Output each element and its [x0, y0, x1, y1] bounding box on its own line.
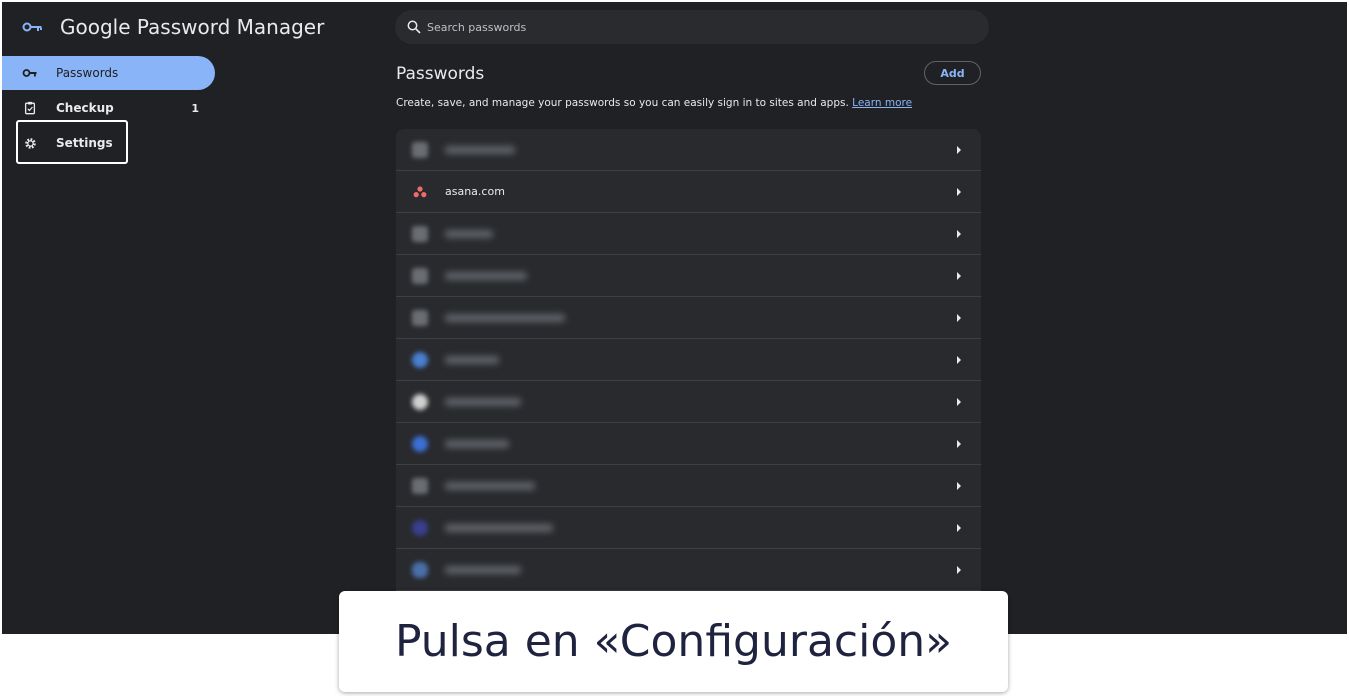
site-favicon-icon [412, 519, 428, 536]
search-icon [407, 20, 421, 34]
chevron-right-icon [957, 145, 961, 154]
key-icon [22, 65, 38, 81]
site-name [445, 523, 553, 532]
chevron-right-icon [957, 271, 961, 280]
list-item[interactable]: asana.com [396, 171, 981, 213]
sidebar-item-label: Passwords [56, 66, 119, 80]
page-description: Create, save, and manage your passwords … [396, 97, 912, 109]
chevron-right-icon [957, 397, 961, 406]
password-list: asana.com [396, 129, 981, 599]
site-favicon-icon [412, 393, 428, 410]
sidebar-item-settings[interactable]: Settings [2, 126, 215, 160]
chevron-right-icon [957, 565, 961, 574]
clipboard-check-icon [22, 100, 38, 116]
add-password-button[interactable]: Add [924, 61, 981, 85]
sidebar-item-passwords[interactable]: Passwords [2, 56, 215, 90]
site-favicon-icon [412, 561, 428, 578]
chevron-right-icon [957, 523, 961, 532]
page-title: Passwords [396, 64, 485, 84]
list-item[interactable] [396, 423, 981, 465]
list-item[interactable] [396, 549, 981, 591]
search-input[interactable] [427, 20, 947, 34]
list-item[interactable] [396, 507, 981, 549]
list-item[interactable] [396, 129, 981, 171]
search-bar[interactable] [395, 10, 989, 44]
app-title: Google Password Manager [60, 15, 325, 39]
site-favicon-icon [412, 141, 428, 158]
site-favicon-icon [412, 309, 428, 326]
list-item[interactable] [396, 255, 981, 297]
chevron-right-icon [957, 355, 961, 364]
list-item[interactable] [396, 213, 981, 255]
site-name [445, 439, 509, 448]
chevron-right-icon [957, 313, 961, 322]
list-item[interactable] [396, 381, 981, 423]
learn-more-link[interactable]: Learn more [852, 97, 912, 109]
sidebar-item-checkup[interactable]: Checkup 1 [2, 91, 215, 125]
list-item[interactable] [396, 465, 981, 507]
site-name [445, 271, 527, 280]
site-name [445, 355, 499, 364]
site-name [445, 145, 515, 154]
description-text: Create, save, and manage your passwords … [396, 97, 849, 109]
sidebar-item-label: Checkup [56, 101, 114, 115]
site-name [445, 229, 493, 238]
list-item[interactable] [396, 297, 981, 339]
list-item[interactable] [396, 339, 981, 381]
instruction-caption: Pulsa en «Configuración» [339, 591, 1008, 692]
site-name [445, 397, 521, 406]
gear-icon [22, 135, 38, 151]
checkup-count-badge: 1 [191, 101, 199, 115]
key-icon [22, 22, 42, 32]
asana-icon [413, 185, 427, 197]
chevron-right-icon [957, 229, 961, 238]
password-manager-window: Google Password Manager Passwords Checku [2, 2, 1347, 634]
chevron-right-icon [957, 187, 961, 196]
sidebar-item-label: Settings [56, 136, 113, 150]
site-favicon-icon [412, 225, 428, 242]
site-favicon-icon [412, 267, 428, 284]
site-favicon-icon [412, 435, 428, 452]
site-favicon-icon [412, 477, 428, 494]
site-favicon-icon [412, 351, 428, 368]
site-name [445, 565, 521, 574]
site-name: asana.com [445, 185, 505, 198]
chevron-right-icon [957, 439, 961, 448]
site-name [445, 481, 535, 490]
site-name [445, 313, 565, 322]
chevron-right-icon [957, 481, 961, 490]
